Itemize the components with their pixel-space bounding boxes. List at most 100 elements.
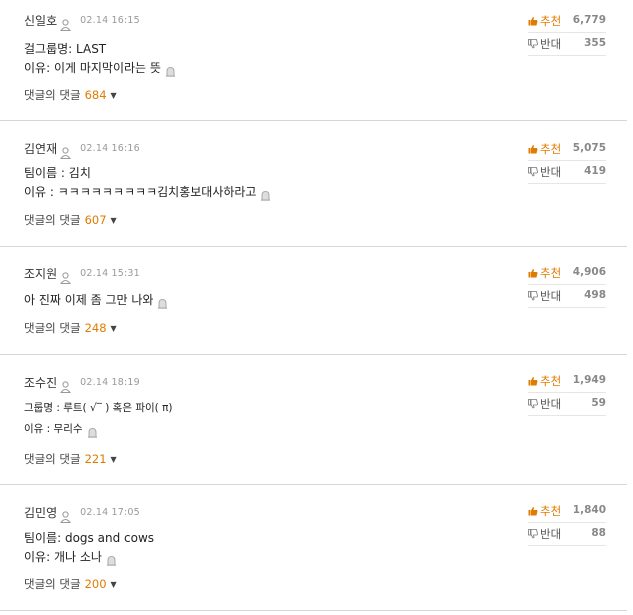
- comment-date: 02.14 16:16: [80, 143, 140, 154]
- author-line: 김민영 02.14 17:05: [24, 504, 140, 523]
- comment-line: 아 진짜 이제 좀 그만 나와: [24, 291, 168, 310]
- reply-label: 댓글의 댓글: [24, 213, 81, 227]
- downvote-button[interactable]: 반대 419: [528, 161, 606, 184]
- reply-toggle[interactable]: 댓글의 댓글 607 ▼: [24, 212, 117, 228]
- comment-date: 02.14 16:15: [80, 15, 140, 26]
- comment-list: 신일호 02.14 16:15 걸그룹명: LAST 이유: 이게 마지막이라는…: [0, 0, 633, 615]
- author-line: 조지원 02.14 15:31: [24, 265, 140, 284]
- upvote-button[interactable]: 추천 6,779: [528, 10, 606, 33]
- report-icon[interactable]: [87, 425, 98, 438]
- person-icon: [60, 508, 72, 523]
- reply-label: 댓글의 댓글: [24, 88, 81, 102]
- comment-line: 걸그룹명: LAST: [24, 40, 176, 59]
- thumbs-down-icon: [528, 291, 538, 301]
- upvote-label: 추천: [540, 14, 562, 28]
- comment-date: 02.14 18:19: [80, 377, 140, 388]
- caret-down-icon: ▼: [110, 90, 117, 100]
- caret-down-icon: ▼: [110, 579, 117, 589]
- comment-line: 그룹명 : 루트( √‾ ) 혹은 파이( π): [24, 398, 173, 419]
- comment-text: 이유: 개나 소나: [24, 550, 102, 564]
- reply-toggle[interactable]: 댓글의 댓글 684 ▼: [24, 87, 117, 103]
- downvote-count: 88: [591, 527, 606, 539]
- downvote-label: 반대: [540, 165, 562, 179]
- person-icon: [60, 378, 72, 393]
- downvote-count: 59: [591, 397, 606, 409]
- author-name[interactable]: 신일호: [24, 12, 57, 29]
- vote-box: 추천 5,075 반대 419: [528, 138, 606, 184]
- reply-toggle[interactable]: 댓글의 댓글 200 ▼: [24, 576, 117, 592]
- author-name[interactable]: 김민영: [24, 504, 57, 521]
- thumbs-up-icon: [528, 145, 538, 154]
- report-icon[interactable]: [165, 64, 176, 77]
- thumbs-up-icon: [528, 507, 538, 516]
- vote-box: 추천 1,840 반대 88: [528, 500, 606, 546]
- upvote-label: 추천: [540, 142, 562, 156]
- downvote-button[interactable]: 반대 355: [528, 33, 606, 56]
- downvote-count: 355: [584, 37, 606, 49]
- comment-text: 팀이름 : 김치: [24, 166, 91, 180]
- comment-body: 아 진짜 이제 좀 그만 나와: [24, 291, 168, 310]
- comment-text: 아 진짜 이제 좀 그만 나와: [24, 293, 154, 307]
- downvote-button[interactable]: 반대 498: [528, 285, 606, 308]
- comment-item: 김연재 02.14 16:16 팀이름 : 김치 이유 : ㅋㅋㅋㅋㅋㅋㅋㅋㅋ김…: [0, 120, 627, 247]
- vote-box: 추천 4,906 반대 498: [528, 262, 606, 308]
- thumbs-down-icon: [528, 399, 538, 409]
- upvote-button[interactable]: 추천 1,949: [528, 370, 606, 393]
- comment-line: 이유: 개나 소나: [24, 548, 154, 567]
- thumbs-up-icon: [528, 269, 538, 278]
- upvote-button[interactable]: 추천 5,075: [528, 138, 606, 161]
- report-icon[interactable]: [157, 296, 168, 309]
- downvote-button[interactable]: 반대 88: [528, 523, 606, 546]
- comment-date: 02.14 17:05: [80, 507, 140, 518]
- downvote-label: 반대: [540, 397, 562, 411]
- upvote-label: 추천: [540, 266, 562, 280]
- reply-count: 684: [84, 88, 107, 102]
- thumbs-up-icon: [528, 17, 538, 26]
- downvote-count: 498: [584, 289, 606, 301]
- reply-count: 221: [84, 452, 107, 466]
- comment-line: 이유 : ㅋㅋㅋㅋㅋㅋㅋㅋㅋ김치홍보대사하라고: [24, 183, 271, 202]
- upvote-count: 1,949: [572, 374, 606, 386]
- comment-line: 이유: 이게 마지막이라는 뜻: [24, 59, 176, 78]
- upvote-count: 1,840: [572, 504, 606, 516]
- comment-item: 조수진 02.14 18:19 그룹명 : 루트( √‾ ) 혹은 파이( π)…: [0, 354, 627, 485]
- upvote-count: 5,075: [572, 142, 606, 154]
- comment-body: 걸그룹명: LAST 이유: 이게 마지막이라는 뜻: [24, 40, 176, 78]
- author-line: 조수진 02.14 18:19: [24, 374, 140, 393]
- comment-item: 조지원 02.14 15:31 아 진짜 이제 좀 그만 나와 댓글의 댓글 2…: [0, 246, 627, 355]
- person-icon: [60, 144, 72, 159]
- comment-text: 그룹명 : 루트( √‾ ) 혹은 파이( π): [24, 402, 173, 414]
- comment-item: 신일호 02.14 16:15 걸그룹명: LAST 이유: 이게 마지막이라는…: [0, 0, 627, 121]
- downvote-button[interactable]: 반대 59: [528, 393, 606, 416]
- upvote-button[interactable]: 추천 1,840: [528, 500, 606, 523]
- upvote-label: 추천: [540, 504, 562, 518]
- comment-text: 이유 : 무리수: [24, 423, 83, 435]
- downvote-count: 419: [584, 165, 606, 177]
- caret-down-icon: ▼: [110, 323, 117, 333]
- comment-text: 팀이름: dogs and cows: [24, 531, 155, 545]
- comment-line: 팀이름: dogs and cows: [24, 529, 154, 548]
- reply-count: 607: [84, 213, 107, 227]
- author-line: 신일호 02.14 16:15: [24, 12, 140, 31]
- vote-box: 추천 1,949 반대 59: [528, 370, 606, 416]
- comment-text: 이유: 이게 마지막이라는 뜻: [24, 61, 161, 75]
- upvote-button[interactable]: 추천 4,906: [528, 262, 606, 285]
- comment-item: 김민영 02.14 17:05 팀이름: dogs and cows 이유: 개…: [0, 484, 627, 611]
- comment-text: 걸그룹명: LAST: [24, 42, 107, 56]
- reply-label: 댓글의 댓글: [24, 321, 81, 335]
- reply-toggle[interactable]: 댓글의 댓글 221 ▼: [24, 451, 117, 467]
- vote-box: 추천 6,779 반대 355: [528, 10, 606, 56]
- author-line: 김연재 02.14 16:16: [24, 140, 140, 159]
- comment-body: 그룹명 : 루트( √‾ ) 혹은 파이( π) 이유 : 무리수: [24, 398, 173, 440]
- author-name[interactable]: 조수진: [24, 374, 57, 391]
- thumbs-down-icon: [528, 529, 538, 539]
- downvote-label: 반대: [540, 527, 562, 541]
- comment-body: 팀이름: dogs and cows 이유: 개나 소나: [24, 529, 154, 567]
- author-name[interactable]: 김연재: [24, 140, 57, 157]
- author-name[interactable]: 조지원: [24, 265, 57, 282]
- reply-toggle[interactable]: 댓글의 댓글 248 ▼: [24, 320, 117, 336]
- reply-count: 200: [84, 577, 107, 591]
- report-icon[interactable]: [106, 553, 117, 566]
- report-icon[interactable]: [260, 188, 271, 201]
- comment-line: 팀이름 : 김치: [24, 164, 271, 183]
